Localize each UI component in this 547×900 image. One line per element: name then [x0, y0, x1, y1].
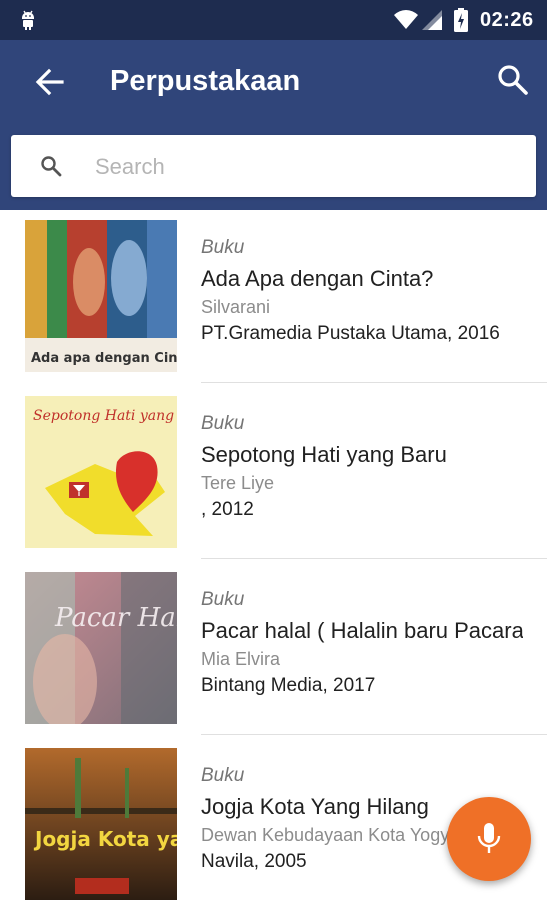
- book-title: Sepotong Hati yang Baru: [201, 442, 447, 467]
- book-info: Buku Pacar halal ( Halalin baru Pacaran …: [201, 588, 523, 700]
- book-info: Buku Ada Apa dengan Cinta? Silvarani PT.…: [201, 236, 523, 348]
- signal-icon: [422, 10, 442, 30]
- app-bar: Perpustakaan: [0, 40, 547, 210]
- screen: 02:26 Perpustakaan Search Ada apa dengan…: [0, 0, 547, 900]
- book-type: Buku: [201, 765, 245, 786]
- book-type: Buku: [201, 413, 245, 434]
- book-publisher: Bintang Media, 2017: [201, 675, 376, 696]
- android-icon: [22, 10, 34, 30]
- cover-text: Ada apa dengan Cinta?: [31, 351, 177, 366]
- divider: [201, 734, 547, 735]
- book-publisher: PT.Gramedia Pustaka Utama, 2016: [201, 323, 500, 344]
- book-type: Buku: [201, 589, 245, 610]
- divider: [201, 558, 547, 559]
- book-type: Buku: [201, 237, 245, 258]
- list-item[interactable]: Ada apa dengan Cinta? Buku Ada Apa denga…: [0, 210, 547, 386]
- cover-text: Pacar Halal: [54, 603, 177, 633]
- cover-image-jogja-kota-yang-hilang: Jogja Kota yang Hilang: [25, 748, 177, 900]
- book-cover: Pacar Halal: [25, 572, 177, 724]
- book-publisher: , 2012: [201, 499, 254, 520]
- book-author: Silvarani: [201, 297, 271, 317]
- book-cover: Sepotong Hati yang Baru: [25, 396, 177, 548]
- cover-image-ada-apa-dengan-cinta: Ada apa dengan Cinta?: [25, 220, 177, 372]
- page-title: Perpustakaan: [110, 65, 301, 97]
- book-title: Ada Apa dengan Cinta?: [201, 266, 434, 291]
- search-button[interactable]: [495, 62, 531, 98]
- list-item[interactable]: Pacar Halal Buku Pacar halal ( Halalin b…: [0, 562, 547, 738]
- book-info: Buku Sepotong Hati yang Baru Tere Liye ,…: [201, 412, 523, 524]
- list-item[interactable]: Sepotong Hati yang Baru Buku Sepotong Ha…: [0, 386, 547, 562]
- microphone-icon: [477, 823, 501, 853]
- book-list: Ada apa dengan Cinta? Buku Ada Apa denga…: [0, 210, 547, 900]
- search-input[interactable]: [93, 145, 517, 189]
- book-cover: Jogja Kota yang Hilang: [25, 748, 177, 900]
- back-button[interactable]: [30, 64, 70, 100]
- cover-image-sepotong-hati: Sepotong Hati yang Baru: [25, 396, 177, 548]
- book-cover: Ada apa dengan Cinta?: [25, 220, 177, 372]
- book-author: Mia Elvira: [201, 649, 281, 669]
- divider: [201, 382, 547, 383]
- cover-text: Jogja Kota yang Hilang: [33, 827, 177, 851]
- voice-search-button[interactable]: [447, 797, 531, 881]
- battery-icon: [454, 8, 468, 32]
- arrow-back-icon: [35, 68, 64, 96]
- book-title: Pacar halal ( Halalin baru Pacaran ): [201, 618, 523, 643]
- search-bar: [11, 135, 536, 197]
- search-icon: [41, 156, 62, 177]
- wifi-icon: [394, 10, 418, 29]
- cover-image-pacar-halal: Pacar Halal: [25, 572, 177, 724]
- clock: 02:26: [480, 9, 534, 31]
- status-bar: 02:26: [0, 0, 547, 40]
- cover-text: Sepotong Hati yang Baru: [33, 408, 177, 424]
- search-icon: [498, 65, 528, 95]
- book-author: Tere Liye: [201, 473, 275, 493]
